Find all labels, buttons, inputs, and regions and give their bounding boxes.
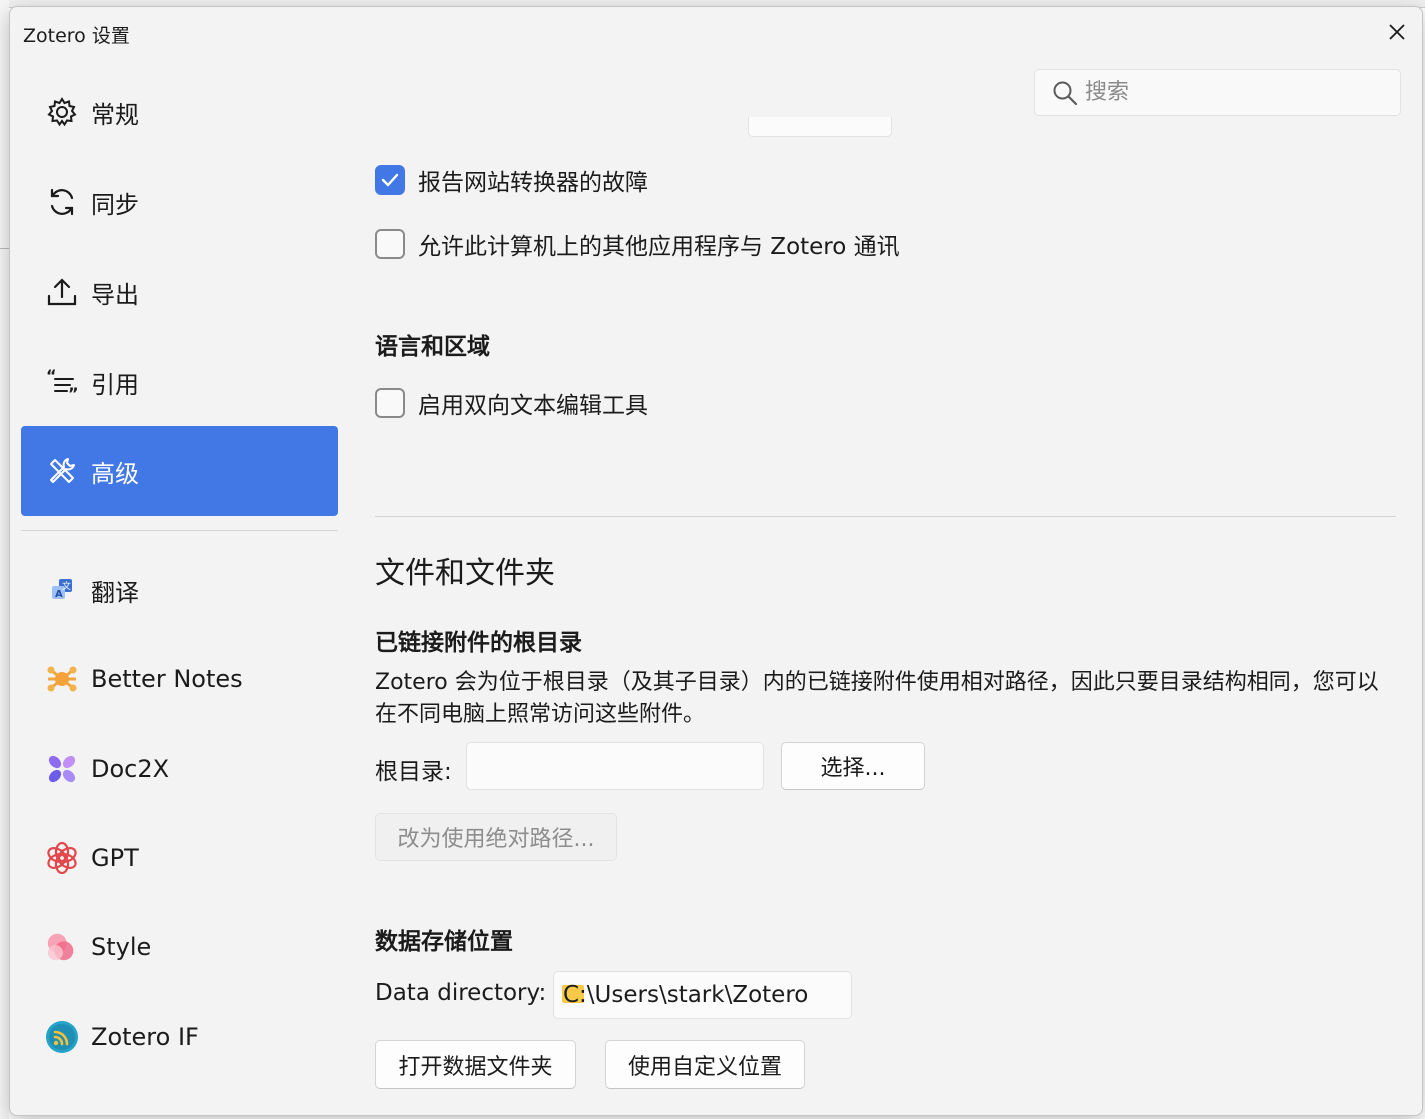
choose-root-button[interactable]: 选择... <box>781 742 925 790</box>
sidebar-item-label: 高级 <box>91 459 139 488</box>
allow-other-apps-checkbox-row[interactable]: 允许此计算机上的其他应用程序与 Zotero 通讯 <box>375 227 900 261</box>
sidebar-divider <box>21 530 338 531</box>
sidebar-item-label: GPT <box>91 844 139 872</box>
svg-text:“: “ <box>46 366 57 385</box>
checkbox-label: 允许此计算机上的其他应用程序与 Zotero 通讯 <box>418 234 900 260</box>
sidebar-item-general[interactable]: 常规 <box>21 67 338 157</box>
background-app-edge <box>0 0 9 1119</box>
svg-text:文: 文 <box>62 580 71 592</box>
sidebar-item-zotero-if[interactable]: Zotero IF <box>21 992 338 1082</box>
sidebar-item-translate[interactable]: A 文 翻译 <box>21 545 338 635</box>
close-button[interactable] <box>1382 17 1412 47</box>
open-data-folder-button[interactable]: 打开数据文件夹 <box>375 1040 576 1089</box>
sidebar-item-label: Style <box>91 933 152 961</box>
better-notes-icon <box>45 662 79 696</box>
allow-other-apps-checkbox[interactable] <box>375 229 405 259</box>
bidi-checkbox-row[interactable]: 启用双向文本编辑工具 <box>375 386 648 420</box>
sidebar-item-label: Doc2X <box>91 755 170 783</box>
data-dir-label: Data directory: <box>375 980 547 1006</box>
checkmark-icon <box>381 173 399 187</box>
zotero-if-icon <box>45 1020 79 1054</box>
gear-icon <box>45 95 79 129</box>
sync-icon <box>45 185 79 219</box>
style-icon <box>45 930 79 964</box>
quote-icon: “ ” <box>45 365 79 399</box>
data-storage-heading: 数据存储位置 <box>375 929 513 955</box>
tools-icon <box>45 454 79 488</box>
bidi-checkbox[interactable] <box>375 388 405 418</box>
linked-root-description: Zotero 会为位于根目录（及其子目录）内的已链接附件使用相对路径，因此只要目… <box>375 670 1379 727</box>
sidebar-item-better-notes[interactable]: Better Notes <box>21 634 338 724</box>
report-translator-checkbox-row[interactable]: 报告网站转换器的故障 <box>375 163 648 197</box>
custom-location-button[interactable]: 使用自定义位置 <box>605 1040 805 1089</box>
svg-text:”: ” <box>68 384 79 399</box>
sidebar-item-export[interactable]: 导出 <box>21 247 338 337</box>
sidebar-item-label: Better Notes <box>91 665 243 693</box>
sidebar-item-label: 翻译 <box>91 578 139 607</box>
sidebar-item-label: 同步 <box>91 190 139 219</box>
search-icon <box>1051 79 1079 107</box>
title-bar: Zotero 设置 <box>10 7 1422 57</box>
data-dir-value: C:\Users\stark\Zotero <box>563 982 809 1008</box>
linked-root-heading: 已链接附件的根目录 <box>375 630 582 656</box>
sidebar-item-doc2x[interactable]: Doc2X <box>21 724 338 814</box>
gpt-icon <box>45 841 79 875</box>
lang-region-heading: 语言和区域 <box>375 334 490 360</box>
doc2x-icon <box>45 752 79 786</box>
sidebar-item-label: 引用 <box>91 370 139 399</box>
sidebar-item-advanced[interactable]: 高级 <box>21 426 338 516</box>
sidebar-item-style[interactable]: Style <box>21 902 338 992</box>
sidebar-item-label: 导出 <box>91 280 139 309</box>
checkbox-label: 报告网站转换器的故障 <box>418 170 648 196</box>
sidebar-item-gpt[interactable]: GPT <box>21 813 338 903</box>
translate-icon: A 文 <box>45 573 79 607</box>
sidebar-item-sync[interactable]: 同步 <box>21 157 338 247</box>
report-translator-checkbox[interactable] <box>375 165 405 195</box>
search-input[interactable] <box>1085 80 1375 105</box>
scrolled-button-edge <box>748 117 892 137</box>
data-dir-field[interactable]: C:\Users\stark\Zotero <box>553 971 852 1019</box>
files-section-heading: 文件和文件夹 <box>375 556 555 591</box>
sidebar-item-cite[interactable]: “ ” 引用 <box>21 337 338 427</box>
checkbox-label: 启用双向文本编辑工具 <box>418 393 648 419</box>
sidebar-item-label: Zotero IF <box>91 1023 199 1051</box>
background-divider <box>0 248 9 249</box>
section-divider <box>375 516 1396 517</box>
window-title: Zotero 设置 <box>23 25 130 47</box>
sidebar-item-label: 常规 <box>91 100 139 129</box>
use-absolute-path-button[interactable]: 改为使用绝对路径... <box>375 813 617 861</box>
search-box <box>1034 69 1401 116</box>
close-icon <box>1389 24 1405 40</box>
export-icon <box>45 275 79 309</box>
root-dir-field[interactable] <box>466 742 764 790</box>
root-dir-label: 根目录: <box>375 759 452 785</box>
settings-window: Zotero 设置 常规 同步 导出 “ ” 引用 高级 A 文 翻译 Bett… <box>9 6 1423 1116</box>
